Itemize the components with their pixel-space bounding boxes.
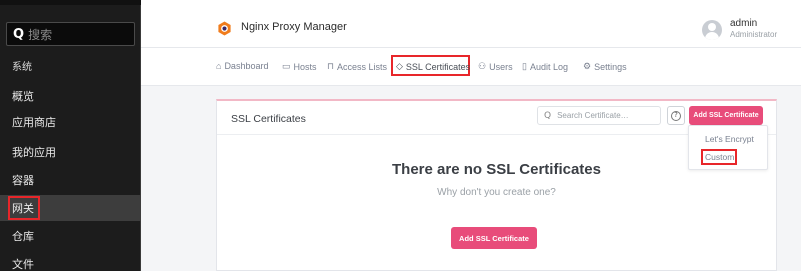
- sidebar-section-label: 系统: [12, 61, 32, 73]
- avatar[interactable]: [702, 20, 722, 40]
- nav-tab-dashboard[interactable]: ⌂ Dashboard: [216, 61, 268, 71]
- question-icon: ?: [671, 110, 681, 121]
- search-icon: Q: [13, 26, 25, 42]
- nav-tab-label: Audit Log: [529, 61, 568, 72]
- sidebar-item-label: 概览: [12, 90, 34, 103]
- nav-tab-label: Settings: [594, 61, 627, 72]
- sidebar-item-app-store[interactable]: 应用商店: [0, 109, 141, 135]
- nav-tab-label: Access Lists: [337, 61, 388, 72]
- nav-tab-ssl-certificates[interactable]: ◇ SSL Certificates: [396, 61, 470, 72]
- certificate-search-placeholder: Search Certificate…: [557, 111, 629, 120]
- sidebar: Q 搜索 系统 概览 应用商店 我的应用 容器 网关 仓库 文件: [0, 0, 141, 271]
- nav-tab-settings[interactable]: ⚙ Settings: [583, 61, 627, 72]
- nav-tab-audit-log[interactable]: ▯ Audit Log: [522, 61, 568, 72]
- dropdown-item-custom[interactable]: Custom: [705, 152, 734, 162]
- certificate-search-input[interactable]: Q Search Certificate…: [537, 106, 661, 125]
- sidebar-search-input[interactable]: Q 搜索: [6, 22, 135, 46]
- sidebar-item-overview[interactable]: 概览: [0, 83, 141, 109]
- sidebar-item-gateway[interactable]: 网关: [0, 195, 141, 221]
- empty-state-subtitle: Why don't you create one?: [437, 187, 556, 198]
- sidebar-item-containers[interactable]: 容器: [0, 167, 141, 193]
- sidebar-item-label: 容器: [12, 174, 34, 187]
- avatar-body: [705, 32, 719, 40]
- dropdown-item-lets-encrypt[interactable]: Let's Encrypt: [705, 134, 754, 144]
- add-certificate-dropdown: Let's Encrypt Custom: [688, 125, 768, 170]
- add-ssl-certificate-center-button[interactable]: Add SSL Certificate: [451, 227, 537, 249]
- sidebar-item-files[interactable]: 文件: [0, 251, 141, 277]
- nav-tab-label: SSL Certificates: [405, 61, 471, 72]
- lock-icon: ⊓: [327, 61, 335, 71]
- sidebar-section-system: 系统: [0, 52, 141, 78]
- card-title: SSL Certificates: [231, 113, 306, 125]
- nav-tab-label: Users: [489, 61, 513, 72]
- user-name[interactable]: admin: [730, 18, 757, 29]
- book-icon: ▯: [522, 61, 527, 71]
- sidebar-item-my-apps[interactable]: 我的应用: [0, 139, 141, 165]
- app-header: Nginx Proxy Manager admin Administrator: [141, 0, 801, 48]
- sidebar-item-label: 网关: [8, 196, 40, 220]
- nginx-proxy-manager-logo-icon: [218, 21, 231, 36]
- app-title: Nginx Proxy Manager: [241, 21, 347, 33]
- nav-tab-label: Dashboard: [224, 61, 269, 71]
- sidebar-item-label: 仓库: [12, 230, 34, 243]
- search-icon: Q: [544, 110, 552, 121]
- sidebar-search-placeholder: 搜索: [28, 27, 53, 42]
- nav-tab-label: Hosts: [293, 61, 317, 72]
- nav-tab-hosts[interactable]: ▭ Hosts: [282, 61, 317, 72]
- gear-icon: ⚙: [583, 61, 592, 71]
- nav-tab-users[interactable]: ⚇ Users: [478, 61, 513, 72]
- help-button[interactable]: ?: [667, 106, 685, 125]
- user-role: Administrator: [730, 30, 778, 39]
- avatar-head: [708, 23, 716, 31]
- sidebar-item-label: 我的应用: [12, 146, 56, 159]
- nav-tab-access-lists[interactable]: ⊓ Access Lists: [327, 61, 387, 72]
- sidebar-item-repository[interactable]: 仓库: [0, 223, 141, 249]
- sidebar-item-label: 应用商店: [12, 116, 56, 129]
- monitor-icon: ▭: [282, 61, 291, 71]
- sidebar-item-label: 文件: [12, 258, 34, 271]
- shield-icon: ◇: [396, 61, 403, 71]
- add-ssl-certificate-button[interactable]: Add SSL Certificate: [689, 106, 763, 125]
- sidebar-top-bar: [0, 0, 141, 5]
- users-icon: ⚇: [478, 61, 487, 71]
- home-icon: ⌂: [216, 61, 222, 71]
